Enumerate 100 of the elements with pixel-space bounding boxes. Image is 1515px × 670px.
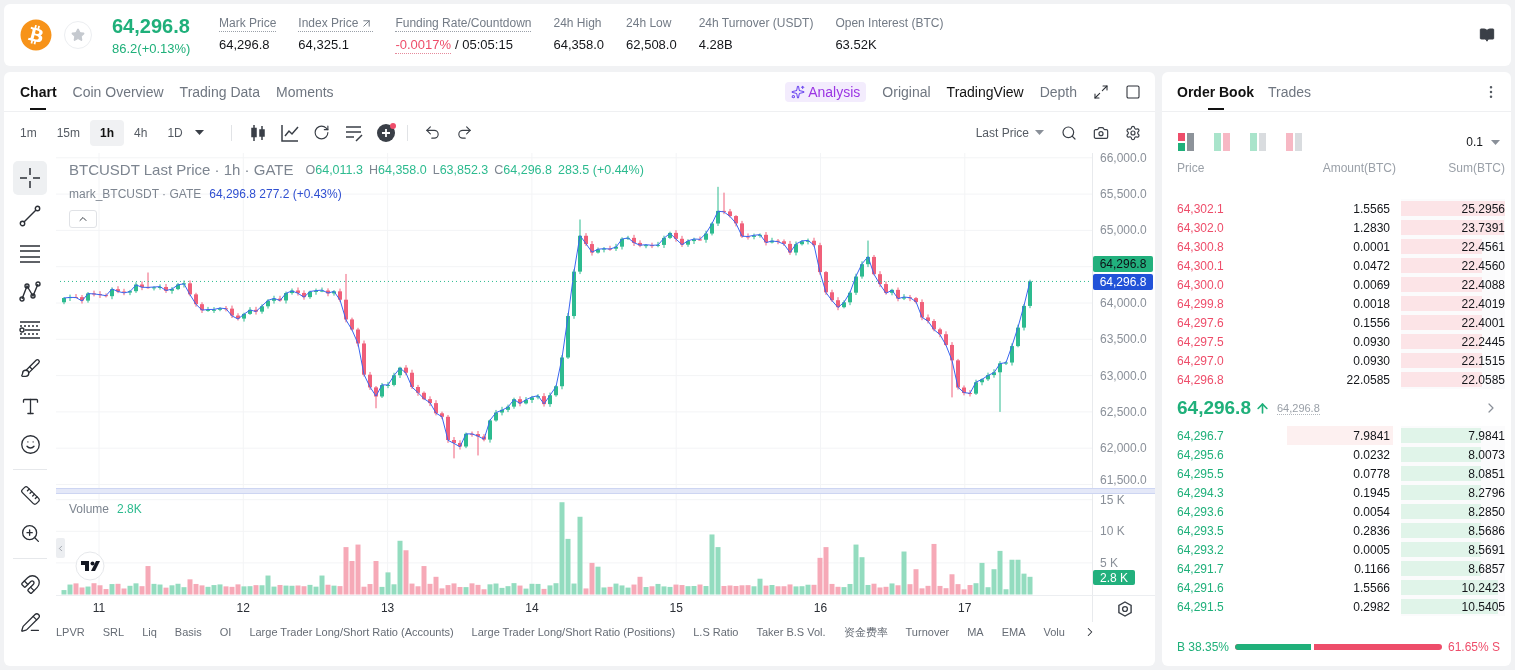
chart-tab[interactable]: Coin Overview	[72, 72, 164, 112]
ask-price[interactable]: 64,297.0	[1177, 353, 1224, 368]
view-tab[interactable]: TradingView	[946, 83, 1024, 100]
view-tab[interactable]: Depth	[1039, 83, 1077, 100]
bid-amount: 0.0005	[1353, 541, 1391, 559]
ask-price[interactable]: 64,297.5	[1177, 334, 1224, 349]
book-layout-icon	[1250, 133, 1266, 151]
column-header: Sum(BTC)	[1448, 161, 1505, 175]
ask-amount: 0.0472	[1353, 257, 1391, 275]
candlestick-icon	[248, 123, 267, 142]
rotate-icon	[313, 124, 331, 141]
indicator-item[interactable]: Large Trader Long/Short Ratio (Positions)	[471, 626, 676, 638]
precision-select[interactable]: 0.1	[1466, 135, 1500, 149]
interval-tab[interactable]: 4h	[124, 119, 158, 146]
analysis-tab[interactable]: Analysis	[785, 81, 867, 102]
ask-price[interactable]: 64,299.8	[1177, 296, 1224, 311]
bid-price[interactable]: 64,295.6	[1177, 447, 1224, 462]
magnet-icon	[19, 573, 41, 595]
search-icon	[1061, 124, 1077, 141]
bid-price[interactable]: 64,291.7	[1177, 561, 1224, 576]
indicator-item[interactable]: Taker B.S Vol.	[756, 626, 826, 638]
bid-price[interactable]: 64,293.6	[1177, 504, 1224, 519]
ask-amount: 0.0018	[1353, 295, 1391, 313]
indicator-item[interactable]: Liq	[142, 626, 157, 638]
book-icon[interactable]	[1479, 27, 1495, 43]
layout-option[interactable]	[1178, 133, 1194, 151]
plus-circle-icon	[376, 123, 395, 142]
bid-sum: 8.5686	[1468, 523, 1505, 538]
order-book-tab[interactable]: Trades	[1268, 71, 1312, 112]
line-chart-icon	[280, 123, 299, 142]
ask-amount: 0.0001	[1353, 238, 1391, 256]
price-axis-label: 63,500.0	[1100, 332, 1147, 347]
bid-sum: 8.0851	[1468, 466, 1505, 481]
window-button[interactable]	[1125, 83, 1141, 100]
caret-icon	[1035, 130, 1044, 135]
change-reading: 283.5 (+0.44%)	[558, 163, 644, 177]
bid-amount: 0.0232	[1353, 446, 1391, 464]
collapse-handle[interactable]	[56, 538, 65, 558]
ask-price[interactable]: 64,300.1	[1177, 258, 1224, 273]
order-book-tab[interactable]: Order Book	[1177, 71, 1254, 112]
view-tab[interactable]: Original	[882, 83, 931, 100]
pencil-icon	[19, 611, 41, 633]
brush-icon	[19, 357, 41, 379]
chart-tab[interactable]: Moments	[276, 72, 334, 112]
symbol-legend: BTCUSDT Last Price · 1h · GATE	[69, 160, 294, 180]
price-axis-label: 63,000.0	[1100, 368, 1147, 383]
sparkles-icon	[791, 84, 806, 99]
indicator-item[interactable]: OI	[219, 626, 232, 638]
ask-price[interactable]: 64,302.1	[1177, 201, 1224, 216]
volume-axis-label: 10 K	[1100, 524, 1125, 539]
bid-price[interactable]: 64,291.6	[1177, 580, 1224, 595]
square-icon	[1125, 83, 1141, 100]
chart-tab[interactable]: Trading Data	[179, 72, 260, 112]
book-layout-icon	[1178, 133, 1194, 151]
interval-tab[interactable]: 1h	[90, 119, 125, 146]
ask-price[interactable]: 64,302.0	[1177, 220, 1224, 235]
ohlc-reading: L63,852.3	[432, 163, 489, 177]
index-price-link[interactable]: Index Price	[298, 16, 374, 32]
date-label: 15	[669, 601, 683, 615]
bid-price[interactable]: 64,293.5	[1177, 523, 1224, 538]
ask-price[interactable]: 64,297.6	[1177, 315, 1224, 330]
indicator-item[interactable]: Basis	[174, 626, 202, 638]
indicator-item[interactable]: 资金费率	[843, 624, 888, 640]
interval-tab[interactable]: 1m	[10, 119, 47, 146]
stat-label: 24h High	[553, 16, 602, 32]
indicator-item[interactable]: Turnover	[905, 626, 950, 638]
zoom-in-icon	[19, 522, 41, 544]
ask-sum: 22.4001	[1461, 315, 1505, 330]
ask-sum: 22.4019	[1461, 296, 1505, 311]
smiley-icon	[19, 433, 41, 455]
bid-price[interactable]: 64,294.3	[1177, 485, 1224, 500]
interval-tab[interactable]: 15m	[46, 119, 90, 146]
indicator-item[interactable]: L.S Ratio	[693, 626, 739, 638]
indicator-item[interactable]: EMA	[1001, 626, 1026, 638]
chart-tab[interactable]: Chart	[20, 72, 57, 112]
drawing-tool[interactable]	[13, 161, 47, 195]
indicator-item[interactable]: MA	[967, 626, 984, 638]
indicator-item[interactable]: LPVR	[56, 626, 85, 638]
mark-price: 64,296.8	[1276, 401, 1320, 415]
ask-price[interactable]: 64,300.8	[1177, 239, 1224, 254]
indicator-item[interactable]: Volu	[1043, 626, 1065, 638]
indicator-item[interactable]: Large Trader Long/Short Ratio (Accounts)	[249, 626, 454, 638]
bid-price[interactable]: 64,296.7	[1177, 428, 1224, 443]
ohlc-reading: C64,296.8	[494, 163, 552, 177]
ask-price[interactable]: 64,296.8	[1177, 372, 1224, 387]
bid-amount: 0.1166	[1354, 560, 1391, 578]
interval-tab[interactable]: 1D	[157, 119, 193, 146]
mark-legend: mark_BTCUSDT · GATE	[69, 184, 202, 204]
ask-price[interactable]: 64,300.0	[1177, 277, 1224, 292]
expand-button[interactable]	[1093, 83, 1109, 100]
ask-amount: 0.0930	[1353, 352, 1391, 370]
stat-label: Open Interest (BTC)	[835, 16, 944, 32]
indicator-item[interactable]: SRL	[102, 626, 125, 638]
bid-price[interactable]: 64,295.5	[1177, 466, 1224, 481]
price-source-select[interactable]: Last Price	[975, 125, 1044, 140]
bid-price[interactable]: 64,291.5	[1177, 599, 1224, 614]
price-axis-label: 65,500.0	[1100, 187, 1147, 202]
last-price-tag: 64,296.8	[1093, 256, 1153, 272]
settings-icon[interactable]	[1118, 601, 1132, 617]
bid-price[interactable]: 64,293.2	[1177, 542, 1224, 557]
